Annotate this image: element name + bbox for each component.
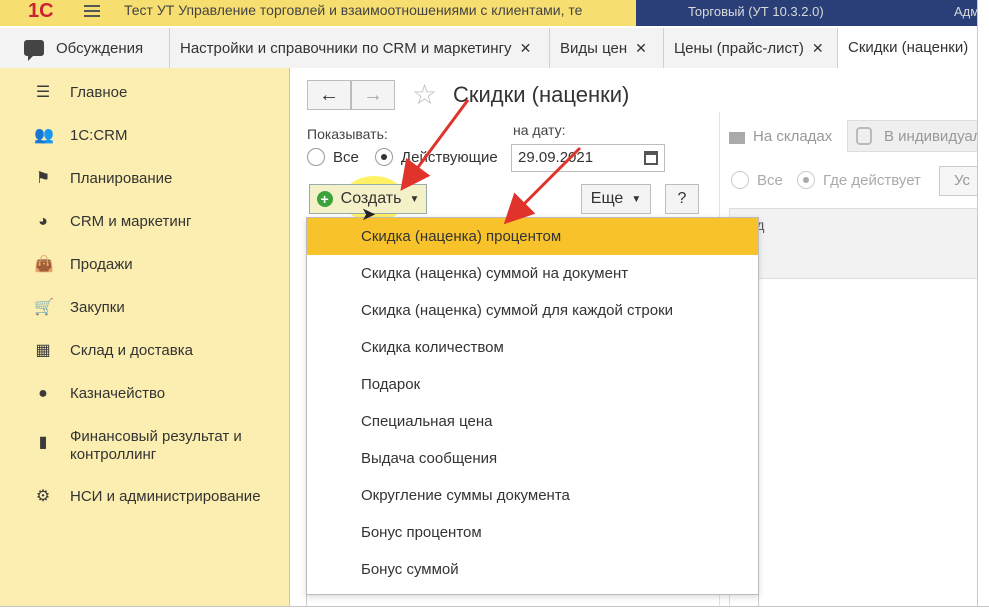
chevron-down-icon: ▼	[409, 193, 420, 205]
menu-item-bonus-percent[interactable]: Бонус процентом	[307, 514, 758, 551]
bar-chart-icon: ▮	[38, 434, 48, 451]
page-title: Скидки (наценки)	[453, 82, 630, 107]
tab-individual-label: В индивидуал	[884, 128, 982, 145]
radio-all-right-label: Все	[757, 172, 783, 189]
forward-button[interactable]: →	[351, 80, 395, 110]
radio-all[interactable]	[307, 148, 325, 166]
people-icon: 👥	[34, 127, 54, 144]
tab-label: Виды цен	[560, 39, 628, 57]
sidebar-item-finance[interactable]: ▮ Финансовый результат и контроллинг	[0, 422, 290, 466]
chevron-down-icon: ▼	[631, 193, 642, 205]
chat-icon	[24, 40, 44, 61]
sidebar-item-planning[interactable]: ⚑ Планирование	[0, 164, 290, 194]
sidebar-item-label: CRM и маркетинг	[70, 213, 192, 230]
sidebar: ☰ Главное 👥 1С:CRM ⚑ Планирование ◕ CRM …	[0, 68, 290, 616]
menu-item-amount-per-row[interactable]: Скидка (наценка) суммой для каждой строк…	[307, 292, 758, 329]
tab-label: Настройки и справочники по CRM и маркети…	[180, 39, 512, 57]
menu-item-amount-per-document[interactable]: Скидка (наценка) суммой на документ	[307, 255, 758, 292]
warehouse-table: клад	[729, 208, 989, 616]
warehouse-icon: ▦	[35, 342, 51, 359]
more-button-label: Еще	[590, 190, 624, 207]
sidebar-item-label: Закупки	[70, 299, 125, 316]
coin-icon: ●	[38, 385, 48, 402]
help-button[interactable]: ?	[665, 184, 699, 214]
close-icon[interactable]: ✕	[635, 40, 647, 57]
menu-item-special-price[interactable]: Специальная цена	[307, 403, 758, 440]
user-role: Адм	[954, 4, 980, 19]
app-logo: 1С	[28, 0, 54, 22]
user-panel[interactable]: Торговый (УТ 10.3.2.0) Адм	[636, 0, 989, 26]
warehouse-icon	[729, 132, 745, 144]
bag-icon: 👜	[34, 256, 54, 273]
hamburger-menu-icon[interactable]	[84, 2, 100, 18]
planning-icon: ⚑	[35, 170, 51, 187]
sidebar-item-label: Склад и доставка	[70, 342, 193, 359]
sidebar-item-main[interactable]: ☰ Главное	[0, 78, 290, 108]
sidebar-item-label: НСИ и администрирование	[70, 488, 261, 505]
menu-icon: ☰	[35, 84, 51, 101]
tab-price-list[interactable]: Цены (прайс-лист) ✕	[664, 28, 838, 68]
window-bottom-margin	[0, 606, 989, 616]
date-value: 29.09.2021	[518, 149, 594, 166]
mouse-cursor-icon: ➤	[361, 204, 377, 224]
menu-item-quantity-discount[interactable]: Скидка количеством	[307, 329, 758, 366]
radio-where-active[interactable]	[797, 171, 815, 189]
window-title: Тест УТ Управление торговлей и взаимоотн…	[124, 2, 583, 18]
sidebar-item-crm-marketing[interactable]: ◕ CRM и маркетинг	[0, 207, 290, 237]
gear-icon: ⚙	[35, 488, 51, 505]
sidebar-item-label: Главное	[70, 84, 128, 101]
tab-discussions[interactable]: Обсуждения	[0, 28, 170, 68]
create-dropdown-menu: Скидка (наценка) процентом Скидка (нацен…	[306, 217, 759, 595]
sidebar-item-label: Планирование	[70, 170, 173, 187]
title-bar: 1С Тест УТ Управление торговлей и взаимо…	[0, 0, 989, 26]
sidebar-item-treasury[interactable]: ● Казначейство	[0, 379, 290, 409]
tab-crm-settings[interactable]: Настройки и справочники по CRM и маркети…	[170, 28, 550, 68]
favorite-star-icon[interactable]: ☆	[412, 80, 437, 110]
close-icon[interactable]: ✕	[812, 40, 824, 57]
menu-item-message[interactable]: Выдача сообщения	[307, 440, 758, 477]
cart-icon: 🛒	[34, 299, 54, 316]
tab-price-types[interactable]: Виды цен ✕	[550, 28, 664, 68]
date-label: на дату:	[513, 122, 566, 138]
tab-individual[interactable]: В индивидуал	[847, 120, 989, 152]
date-input[interactable]: 29.09.2021	[511, 144, 665, 172]
sidebar-item-sales[interactable]: 👜 Продажи	[0, 250, 290, 280]
tab-strip: Обсуждения Настройки и справочники по CR…	[0, 28, 989, 68]
table-header: клад	[730, 209, 989, 279]
tab-warehouses[interactable]: На складах	[753, 128, 832, 145]
sidebar-item-label: Финансовый результат и контроллинг	[70, 428, 242, 463]
back-button[interactable]: ←	[307, 80, 351, 110]
sidebar-item-label: Продажи	[70, 256, 133, 273]
menu-item-bonus-amount[interactable]: Бонус суммой	[307, 551, 758, 588]
radio-all-right[interactable]	[731, 171, 749, 189]
main-area: ← → ☆ Скидки (наценки) Показывать: на да…	[291, 68, 989, 616]
close-icon[interactable]: ✕	[520, 40, 532, 57]
sidebar-item-crm[interactable]: 👥 1С:CRM	[0, 121, 290, 151]
user-name: Торговый (УТ 10.3.2.0)	[688, 4, 824, 19]
tab-discounts[interactable]: Скидки (наценки)	[838, 28, 989, 68]
menu-item-gift[interactable]: Подарок	[307, 366, 758, 403]
sidebar-item-admin[interactable]: ⚙ НСИ и администрирование	[0, 482, 290, 512]
person-icon	[856, 127, 872, 145]
sidebar-item-warehouse[interactable]: ▦ Склад и доставка	[0, 336, 290, 366]
pie-chart-icon: ◕	[38, 213, 48, 230]
show-label: Показывать:	[307, 126, 388, 142]
tab-label: Обсуждения	[56, 39, 144, 57]
radio-all-label: Все	[333, 149, 359, 166]
sidebar-item-label: 1С:CRM	[70, 127, 128, 144]
calendar-icon[interactable]	[644, 151, 658, 165]
sidebar-item-label: Казначейство	[70, 385, 166, 402]
plus-icon: +	[316, 191, 333, 207]
menu-item-rounding[interactable]: Округление суммы документа	[307, 477, 758, 514]
tab-label: Скидки (наценки)	[848, 38, 969, 56]
more-button[interactable]: Еще ▼	[581, 184, 651, 214]
radio-where-active-label: Где действует	[823, 172, 921, 189]
radio-active[interactable]	[375, 148, 393, 166]
sidebar-item-purchases[interactable]: 🛒 Закупки	[0, 293, 290, 323]
window-margin	[978, 0, 989, 616]
radio-active-label: Действующие	[401, 149, 498, 166]
tab-label: Цены (прайс-лист)	[674, 39, 804, 57]
